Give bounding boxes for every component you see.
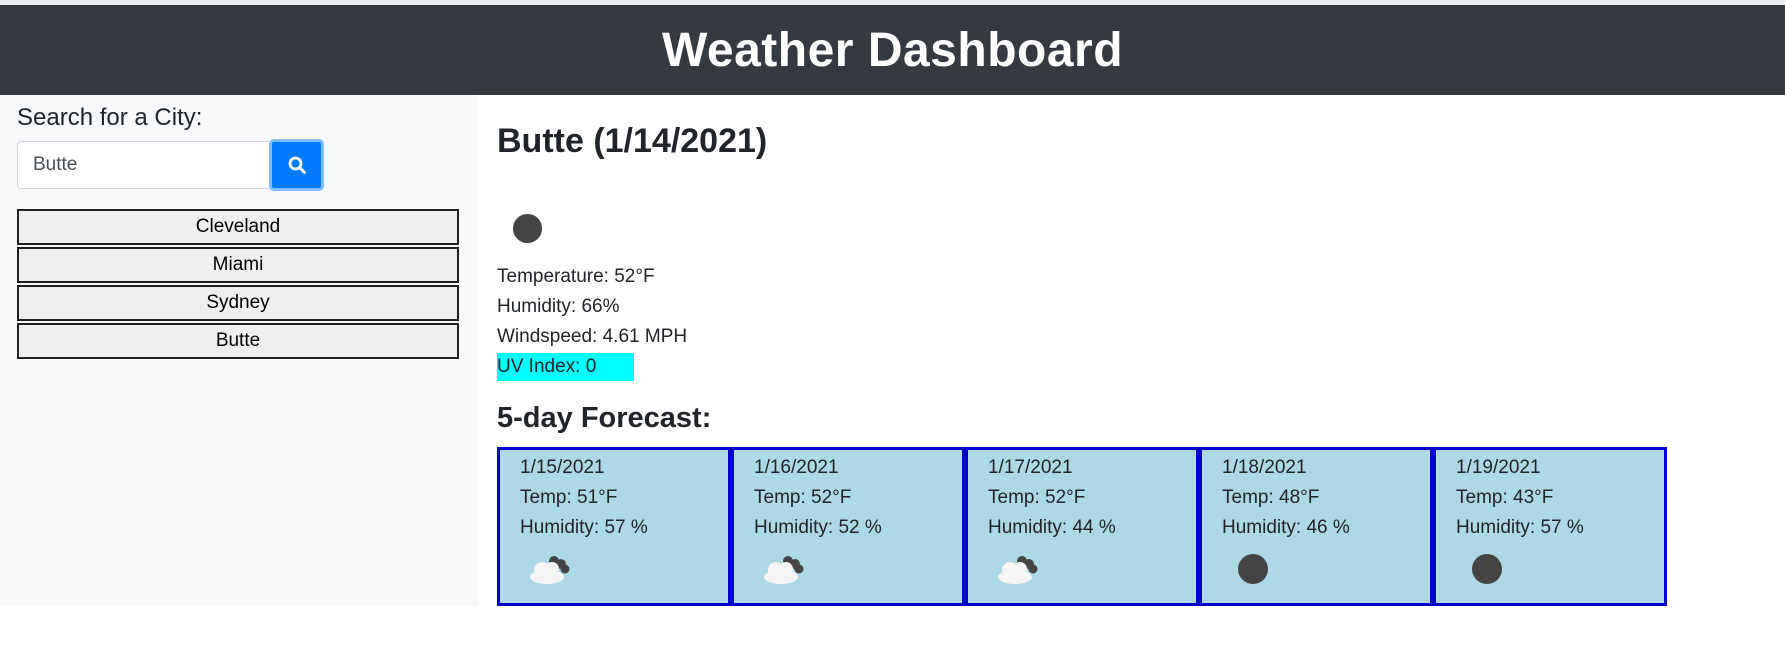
forecast-card: 1/18/2021 Temp: 48°F Humidity: 46 % xyxy=(1199,447,1433,606)
forecast-row: 1/15/2021 Temp: 51°F Humidity: 57 % 1/16… xyxy=(497,447,1667,606)
search-label: Search for a City: xyxy=(17,104,203,131)
forecast-date: 1/19/2021 xyxy=(1456,457,1541,478)
search-history: Cleveland Miami Sydney Butte xyxy=(17,209,459,361)
search-icon xyxy=(288,156,306,174)
cloud-moon-icon xyxy=(998,556,1038,584)
history-city-button[interactable]: Sydney xyxy=(17,285,459,321)
forecast-humidity: Humidity: 57 % xyxy=(1456,517,1584,538)
history-city-button[interactable]: Miami xyxy=(17,247,459,283)
current-weather-stats: Temperature: 52°F Humidity: 66% Windspee… xyxy=(497,262,687,381)
search-input[interactable] xyxy=(17,141,269,189)
uv-index-badge: UV Index: 0 xyxy=(497,353,634,381)
temperature-text: Temperature: 52°F xyxy=(497,266,655,287)
forecast-temp: Temp: 43°F xyxy=(1456,487,1554,508)
app-header: Weather Dashboard xyxy=(0,5,1785,95)
forecast-card: 1/16/2021 Temp: 52°F Humidity: 52 % xyxy=(731,447,965,606)
forecast-card: 1/17/2021 Temp: 52°F Humidity: 44 % xyxy=(965,447,1199,606)
forecast-temp: Temp: 51°F xyxy=(520,487,618,508)
humidity-text: Humidity: 66% xyxy=(497,296,620,317)
forecast-card: 1/15/2021 Temp: 51°F Humidity: 57 % xyxy=(497,447,731,606)
moon-icon xyxy=(1238,554,1268,584)
history-city-button[interactable]: Butte xyxy=(17,323,459,359)
forecast-date: 1/15/2021 xyxy=(520,457,605,478)
forecast-date: 1/16/2021 xyxy=(754,457,839,478)
forecast-card: 1/19/2021 Temp: 43°F Humidity: 57 % xyxy=(1433,447,1667,606)
forecast-temp: Temp: 48°F xyxy=(1222,487,1320,508)
forecast-title: 5-day Forecast: xyxy=(497,402,712,434)
forecast-humidity: Humidity: 52 % xyxy=(754,517,882,538)
forecast-humidity: Humidity: 44 % xyxy=(988,517,1116,538)
forecast-date: 1/18/2021 xyxy=(1222,457,1307,478)
forecast-humidity: Humidity: 57 % xyxy=(520,517,648,538)
forecast-date: 1/17/2021 xyxy=(988,457,1073,478)
forecast-humidity: Humidity: 46 % xyxy=(1222,517,1350,538)
current-city-title: Butte (1/14/2021) xyxy=(497,122,768,160)
cloud-moon-icon xyxy=(764,556,804,584)
cloud-moon-icon xyxy=(530,556,570,584)
page-title: Weather Dashboard xyxy=(661,23,1124,77)
forecast-temp: Temp: 52°F xyxy=(754,487,852,508)
windspeed-text: Windspeed: 4.61 MPH xyxy=(497,326,688,347)
moon-icon xyxy=(512,213,543,244)
moon-icon xyxy=(1472,554,1502,584)
forecast-temp: Temp: 52°F xyxy=(988,487,1086,508)
history-city-button[interactable]: Cleveland xyxy=(17,209,459,245)
search-button[interactable] xyxy=(269,139,324,191)
